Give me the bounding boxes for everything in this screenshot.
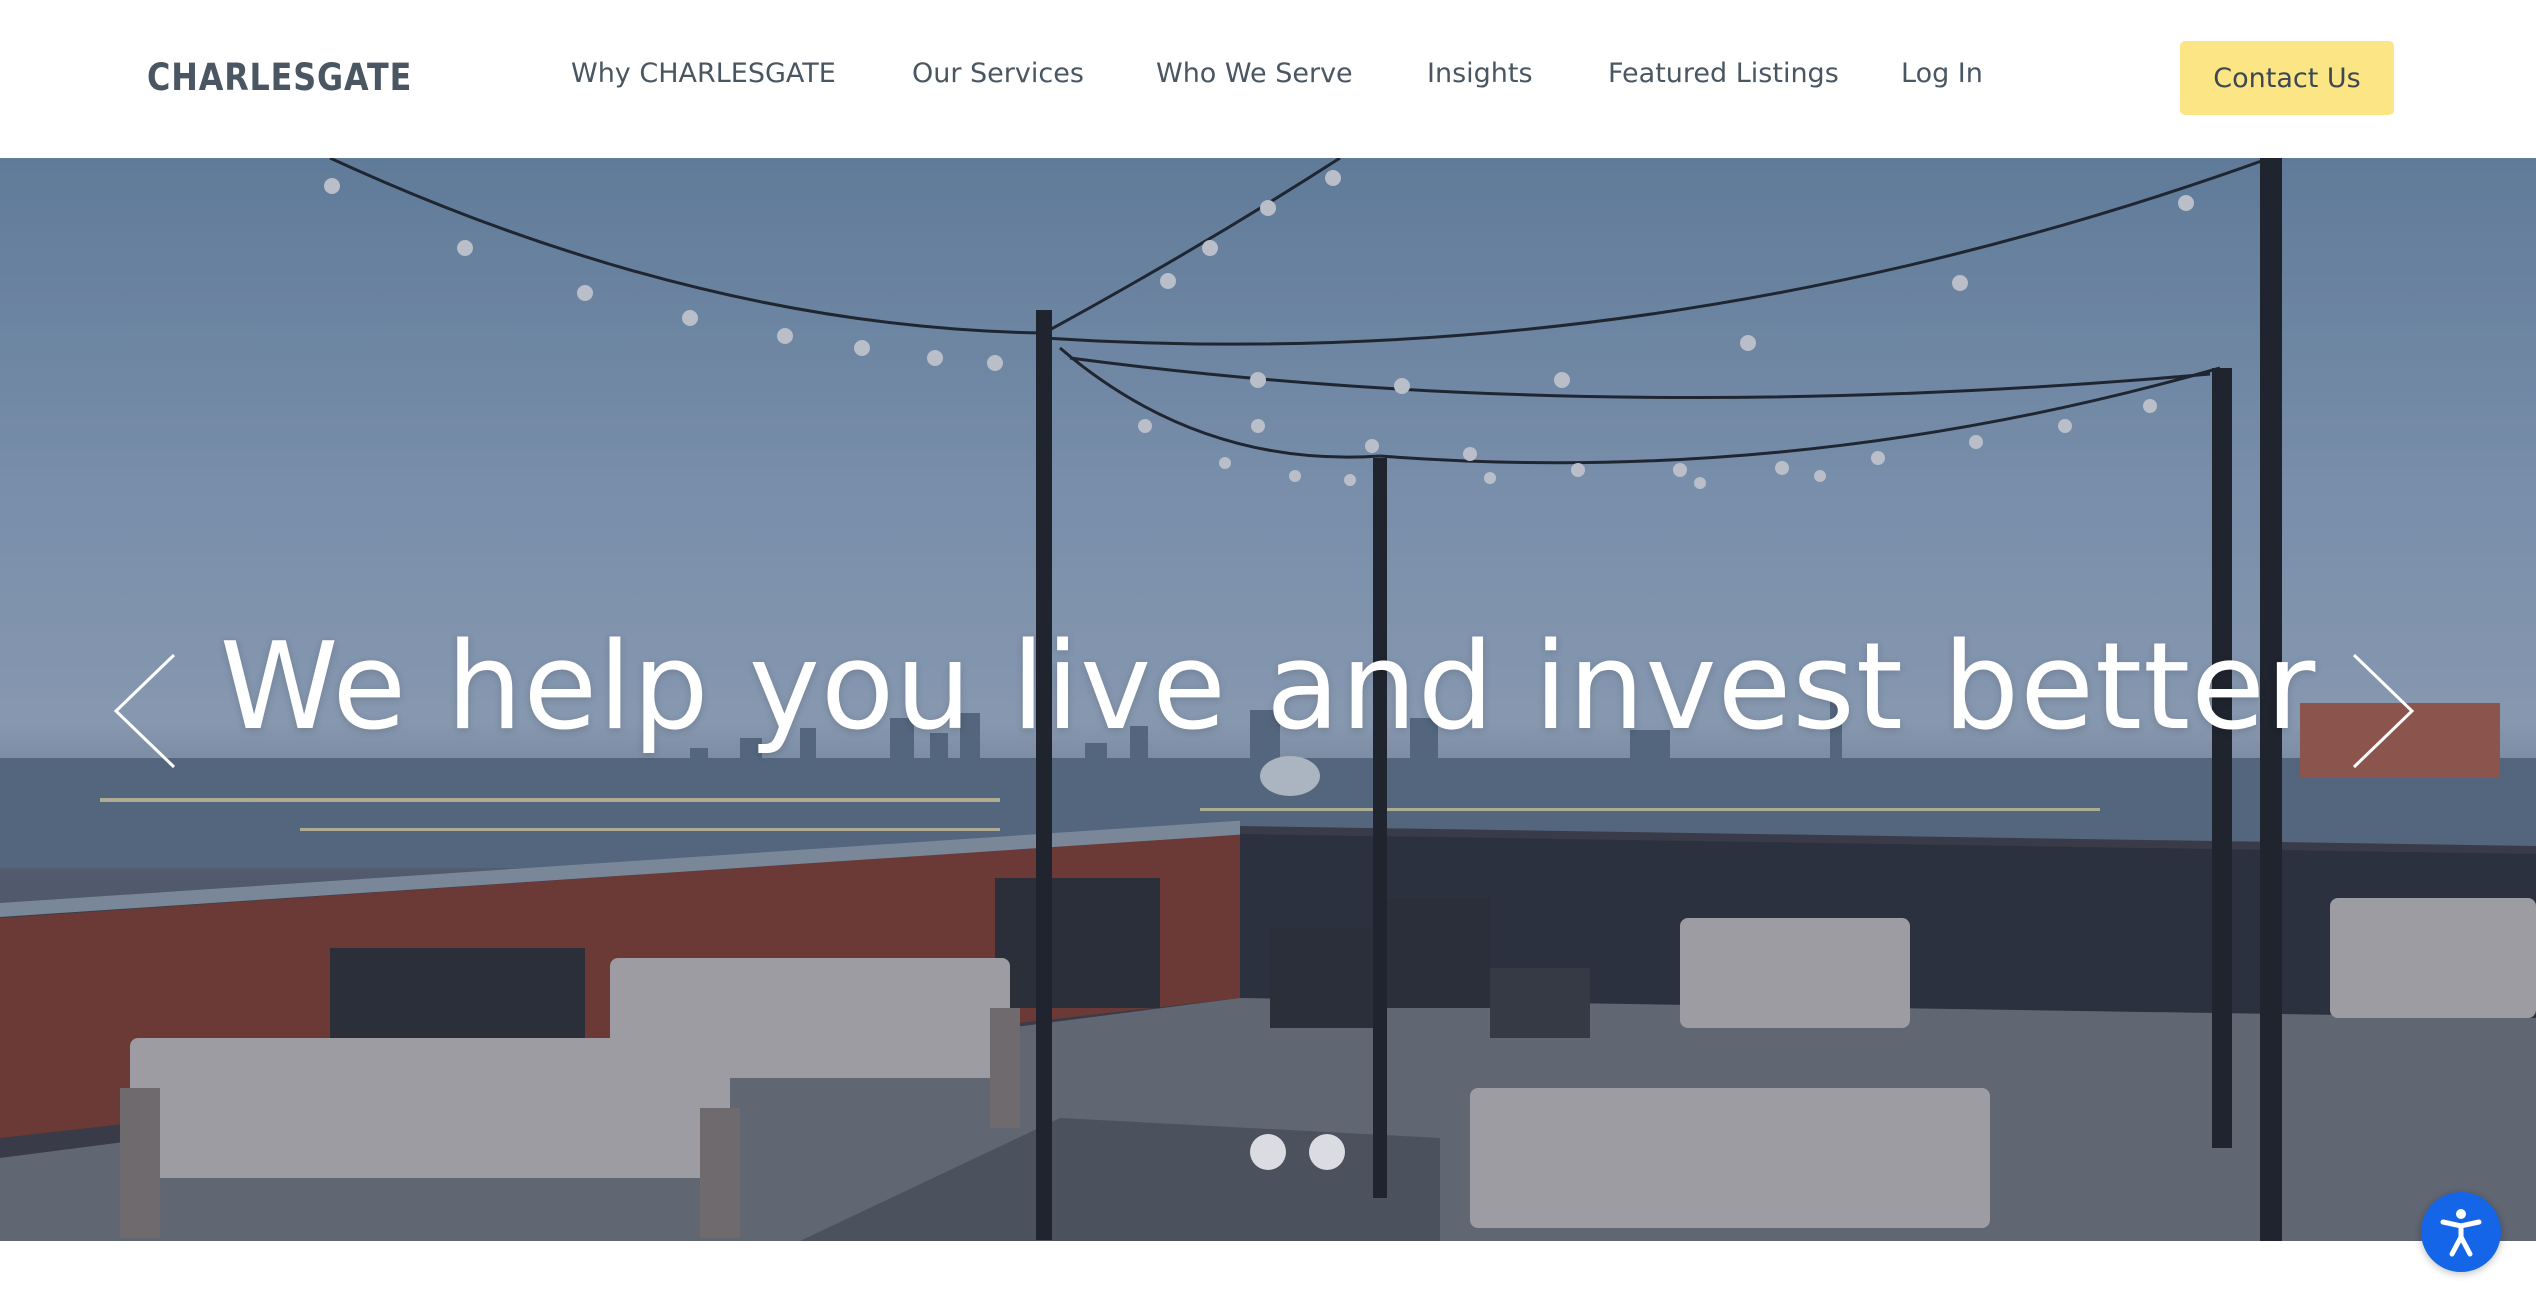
nav-item-why-charlesgate[interactable]: Why CHARLESGATE (571, 58, 836, 89)
nav-item-our-services[interactable]: Our Services (912, 58, 1084, 89)
slider-dot-2[interactable] (1309, 1134, 1345, 1170)
accessibility-icon (2440, 1209, 2482, 1257)
chevron-right-icon (2352, 653, 2415, 769)
accessibility-button[interactable] (2421, 1192, 2501, 1272)
contact-us-button[interactable]: Contact Us (2180, 41, 2394, 115)
nav-item-who-we-serve[interactable]: Who We Serve (1156, 58, 1353, 89)
hero-slider: We help you live and invest better (0, 158, 2536, 1241)
slider-dot-1[interactable] (1250, 1134, 1286, 1170)
slider-next-button[interactable] (2340, 651, 2420, 771)
slider-prev-button[interactable] (108, 651, 188, 771)
brand-logo[interactable]: CHARLESGATE (147, 56, 412, 99)
site-header: CHARLESGATE Why CHARLESGATE Our Services… (0, 0, 2536, 158)
nav-item-insights[interactable]: Insights (1427, 58, 1533, 89)
nav-item-log-in[interactable]: Log In (1901, 58, 1983, 89)
chevron-left-icon (113, 653, 176, 769)
hero-headline: We help you live and invest better (219, 618, 2317, 757)
nav-item-featured-listings[interactable]: Featured Listings (1608, 58, 1839, 89)
